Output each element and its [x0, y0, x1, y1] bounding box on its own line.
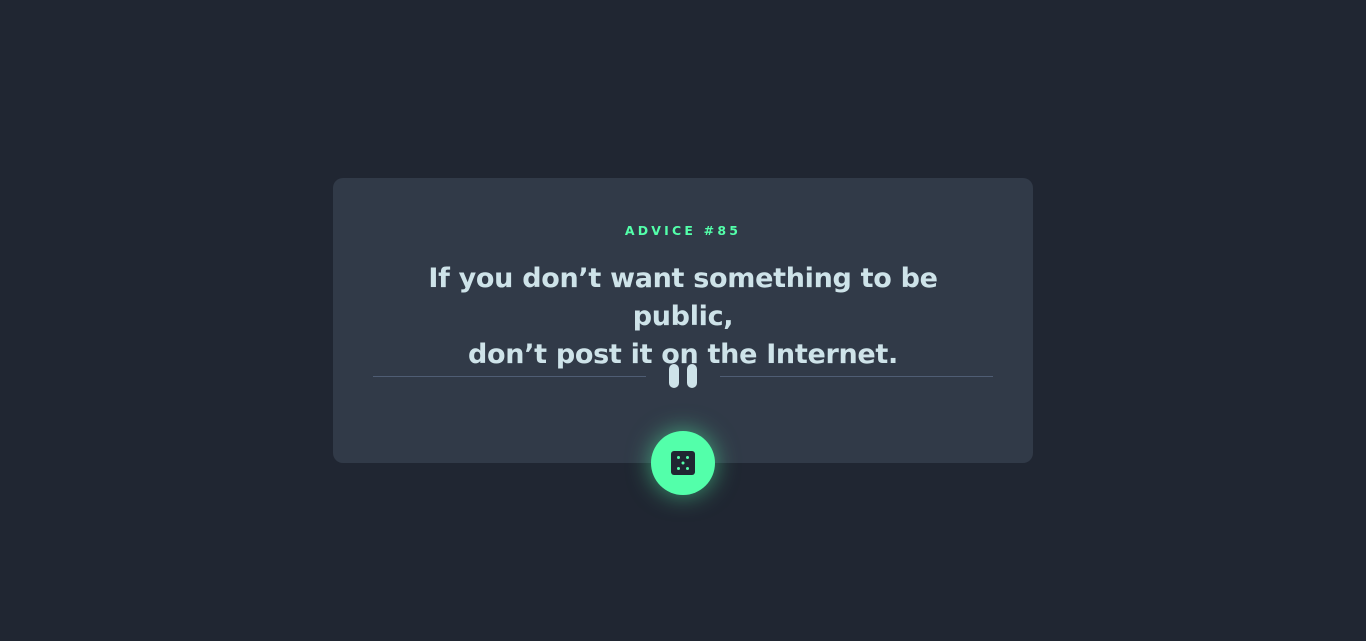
dice-icon	[671, 451, 695, 475]
pause-icon	[669, 364, 697, 388]
advice-id: ADVICE #85	[624, 223, 742, 238]
pattern-divider	[373, 364, 993, 388]
new-advice-button[interactable]	[651, 431, 715, 495]
divider-line-left	[373, 376, 646, 377]
advice-card: ADVICE #85 If you don’t want something t…	[333, 178, 1033, 463]
advice-quote: If you don’t want something to be public…	[383, 260, 983, 374]
divider-line-right	[720, 376, 993, 377]
advice-quote-line-1: If you don’t want something to be public…	[428, 263, 938, 332]
